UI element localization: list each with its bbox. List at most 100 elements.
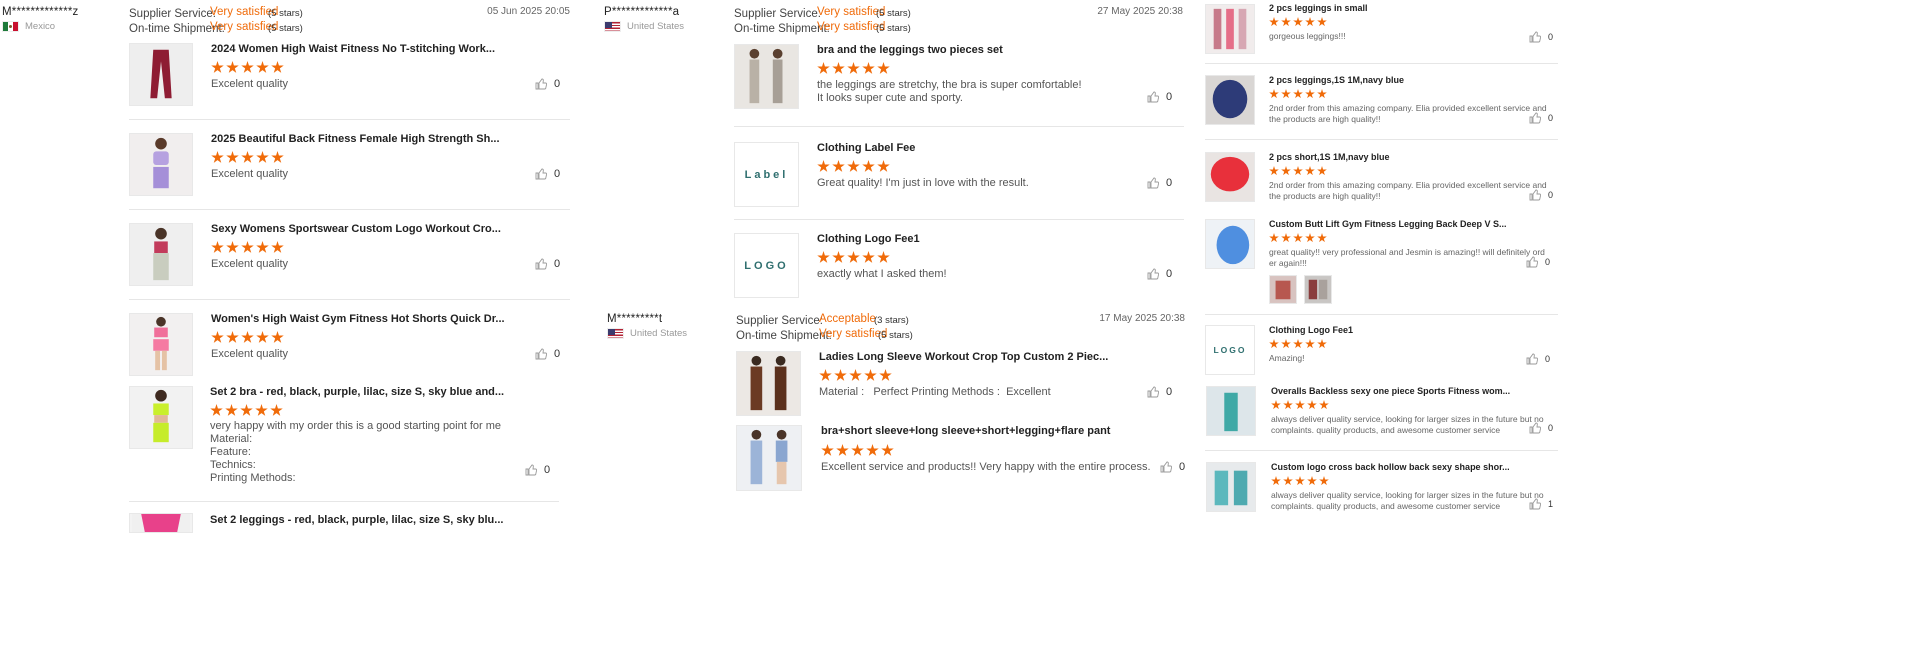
review-photo[interactable] — [1269, 275, 1297, 304]
star-icon — [271, 331, 284, 343]
thumbs-up-icon — [1160, 461, 1172, 473]
shipment-stars: (5 stars) — [878, 330, 913, 341]
star-icon — [881, 444, 894, 456]
product-title[interactable]: 2024 Women High Waist Fitness No T-stitc… — [211, 43, 495, 55]
like-button[interactable]: 0 — [1526, 256, 1550, 268]
like-button[interactable]: 0 — [535, 258, 560, 270]
like-button[interactable]: 0 — [535, 348, 560, 360]
review-comment: Excelent quality — [211, 258, 289, 270]
like-button[interactable]: 0 — [525, 464, 550, 476]
divider — [129, 299, 570, 300]
navy-leggings-image — [1206, 76, 1254, 124]
comment-line: Printing Methods: — [210, 472, 296, 484]
star-icon — [877, 62, 890, 74]
product-thumbnail[interactable] — [736, 351, 801, 416]
product-thumbnail[interactable] — [129, 223, 193, 286]
product-title[interactable]: 2 pcs leggings,1S 1M,navy blue — [1269, 75, 1404, 85]
like-button[interactable]: 0 — [1147, 268, 1172, 280]
product-title[interactable]: 2 pcs short,1S 1M,navy blue — [1269, 152, 1390, 162]
product-thumbnail[interactable] — [129, 513, 193, 533]
logo-thumbnail[interactable]: LOGO — [1205, 325, 1255, 375]
thumbs-up-icon — [1526, 256, 1538, 268]
like-button[interactable]: 0 — [535, 168, 560, 180]
review-date: 05 Jun 2025 20:05 — [487, 6, 570, 17]
thumbs-up-icon — [1529, 422, 1541, 434]
like-count: 0 — [1548, 32, 1554, 42]
product-thumbnail[interactable] — [734, 44, 799, 109]
review-photo[interactable] — [1304, 275, 1332, 304]
product-thumbnail[interactable] — [129, 313, 193, 376]
product-title[interactable]: Clothing Logo Fee1 — [817, 233, 920, 245]
product-title[interactable]: bra+short sleeve+long sleeve+short+leggi… — [821, 425, 1110, 437]
star-icon — [862, 251, 875, 263]
star-icon — [817, 62, 830, 74]
leggings-image — [130, 44, 192, 105]
flag-usa-icon — [604, 21, 621, 32]
star-icon — [879, 369, 892, 381]
product-thumbnail[interactable] — [129, 133, 193, 196]
product-title[interactable]: Set 2 leggings - red, black, purple, lil… — [210, 514, 503, 526]
like-button[interactable]: 1 — [1529, 498, 1553, 510]
star-icon — [836, 444, 849, 456]
product-title[interactable]: Clothing Logo Fee1 — [1269, 325, 1353, 335]
product-thumbnail[interactable] — [1205, 219, 1255, 269]
comment-line: gorgeous leggings!!! — [1269, 31, 1346, 41]
flag-usa-icon — [607, 328, 624, 339]
thumbs-up-icon — [525, 464, 537, 476]
product-title[interactable]: Sexy Womens Sportswear Custom Logo Worko… — [211, 223, 501, 235]
product-thumbnail[interactable] — [1205, 152, 1255, 202]
label-thumbnail[interactable]: Label — [734, 142, 799, 207]
like-button[interactable]: 0 — [1529, 189, 1553, 201]
like-button[interactable]: 0 — [1529, 112, 1553, 124]
logo-thumbnail[interactable]: LOGO — [734, 233, 799, 298]
rating-stars — [1269, 89, 1327, 99]
product-thumbnail[interactable] — [129, 386, 193, 449]
like-button[interactable]: 0 — [535, 78, 560, 90]
supplier-service-value: Acceptable — [819, 313, 876, 325]
review-comment: Excelent quality — [211, 168, 289, 180]
star-icon — [1307, 476, 1317, 486]
like-button[interactable]: 0 — [1526, 353, 1550, 365]
like-button[interactable]: 0 — [1147, 91, 1172, 103]
like-button[interactable]: 0 — [1529, 31, 1553, 43]
product-title[interactable]: Ladies Long Sleeve Workout Crop Top Cust… — [819, 351, 1108, 363]
like-button[interactable]: 0 — [1160, 461, 1185, 473]
star-icon — [847, 160, 860, 172]
star-icon — [1305, 89, 1315, 99]
shipment-row: On-time Shipment: Very satisfied (5 star… — [736, 328, 913, 342]
product-title[interactable]: Set 2 bra - red, black, purple, lilac, s… — [210, 386, 504, 398]
product-title[interactable]: Custom Butt Lift Gym Fitness Legging Bac… — [1269, 219, 1507, 229]
product-thumbnail[interactable] — [1206, 386, 1256, 436]
like-count: 0 — [544, 464, 551, 476]
product-thumbnail[interactable] — [129, 43, 193, 106]
star-icon — [851, 444, 864, 456]
star-icon — [1283, 400, 1293, 410]
like-count: 0 — [1179, 461, 1186, 473]
product-thumbnail[interactable] — [1206, 462, 1256, 512]
product-title[interactable]: Women's High Waist Gym Fitness Hot Short… — [211, 313, 505, 325]
like-button[interactable]: 0 — [1147, 386, 1172, 398]
star-icon — [256, 61, 269, 73]
product-thumbnail[interactable] — [1205, 4, 1255, 54]
star-icon — [832, 160, 845, 172]
thumbs-up-icon — [1529, 189, 1541, 201]
product-thumbnail[interactable] — [1205, 75, 1255, 125]
product-title[interactable]: 2025 Beautiful Back Fitness Female High … — [211, 133, 500, 145]
like-count: 0 — [554, 258, 561, 270]
product-title[interactable]: 2 pcs leggings in small — [1269, 3, 1368, 13]
review-comment: Excelent quality — [211, 78, 289, 90]
star-icon — [241, 241, 254, 253]
like-button[interactable]: 0 — [1147, 177, 1172, 189]
flag-mexico-icon — [2, 21, 19, 32]
product-title[interactable]: bra and the leggings two pieces set — [817, 44, 1003, 56]
country-name: Mexico — [25, 21, 56, 32]
product-title[interactable]: Clothing Label Fee — [817, 142, 915, 154]
product-title[interactable]: Overalls Backless sexy one piece Sports … — [1271, 386, 1510, 396]
like-count: 1 — [1548, 499, 1554, 509]
like-button[interactable]: 0 — [1529, 422, 1553, 434]
rating-stars — [1269, 339, 1327, 349]
thumbs-up-icon — [535, 168, 547, 180]
star-icon — [877, 251, 890, 263]
product-title[interactable]: Custom logo cross back hollow back sexy … — [1271, 462, 1510, 472]
product-thumbnail[interactable] — [736, 425, 802, 491]
